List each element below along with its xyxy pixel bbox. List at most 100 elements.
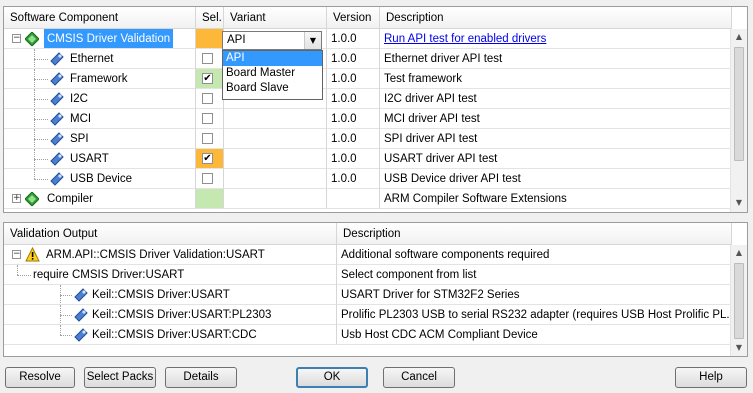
variant-dropdown-value: API	[227, 34, 246, 46]
tree-line	[60, 315, 72, 316]
scroll-down-arrow-icon[interactable]: ▼	[732, 341, 746, 355]
component-row[interactable]: I2C 1.0.0 I2C driver API test	[4, 89, 732, 109]
validation-label: require CMSIS Driver:USART	[33, 269, 185, 281]
variant-cell[interactable]	[224, 109, 327, 129]
component-row[interactable]: SPI 1.0.0 SPI driver API test	[4, 129, 732, 149]
variant-cell[interactable]	[224, 169, 327, 189]
collapse-icon[interactable]: −	[12, 34, 21, 43]
description-cell: Test framework	[380, 69, 732, 89]
component-row[interactable]: USB Device 1.0.0 USB Device driver API tes…	[4, 169, 732, 189]
select-checkbox[interactable]	[202, 53, 213, 64]
component-label: USB Device	[70, 173, 132, 185]
sel-cell[interactable]	[196, 49, 224, 69]
sel-cell[interactable]	[196, 169, 224, 189]
collapse-icon[interactable]: −	[12, 250, 21, 259]
version-cell	[327, 189, 380, 209]
validation-output-cell: Keil::CMSIS Driver:USART:PL2303	[4, 305, 337, 325]
header-validation-output[interactable]: Validation Output	[4, 223, 337, 245]
ok-button[interactable]: OK	[296, 367, 368, 388]
variant-option-api[interactable]: API	[223, 51, 322, 66]
select-checkbox[interactable]	[202, 133, 213, 144]
sel-cell[interactable]: ✔	[196, 149, 224, 169]
validation-label: ARM.API::CMSIS Driver Validation:USART	[46, 249, 265, 261]
variant-option-board-master[interactable]: Board Master	[223, 66, 322, 81]
tree-line	[17, 265, 18, 275]
component-row[interactable]: MCI 1.0.0 MCI driver API test	[4, 109, 732, 129]
select-checkbox[interactable]	[202, 93, 213, 104]
scroll-thumb[interactable]	[734, 47, 744, 161]
green-diamond-icon	[24, 191, 40, 208]
validation-row[interactable]: Keil::CMSIS Driver:USART:CDC Usb Host CDC…	[4, 325, 732, 345]
component-label: SPI	[70, 133, 89, 145]
variant-option-board-slave[interactable]: Board Slave	[223, 81, 322, 96]
validation-row[interactable]: − ARM.API::CMSIS Driver Validation:USART A…	[4, 245, 732, 265]
sel-cell[interactable]	[196, 109, 224, 129]
component-row[interactable]: Ethernet 1.0.0 Ethernet driver API test	[4, 49, 732, 69]
component-name-cell: USB Device	[4, 169, 196, 189]
sel-cell[interactable]: ✔	[196, 69, 224, 89]
warning-icon	[25, 246, 40, 264]
cancel-button[interactable]: Cancel	[383, 367, 455, 388]
component-row[interactable]: − CMSIS Driver Validation 1.0.0 Run API tes…	[4, 29, 732, 49]
header-variant[interactable]: Variant	[224, 7, 327, 29]
validation-output-table: Validation Output Description − ARM.API::…	[3, 222, 748, 357]
validation-row[interactable]: Keil::CMSIS Driver:USART USART Driver for…	[4, 285, 732, 305]
validation-row[interactable]: Keil::CMSIS Driver:USART:PL2303 Prolific …	[4, 305, 732, 325]
validation-row[interactable]: require CMSIS Driver:USART Select compone…	[4, 265, 732, 285]
description-cell: USB Device driver API test	[380, 169, 732, 189]
select-checkbox[interactable]: ✔	[202, 73, 213, 84]
component-row[interactable]: USART ✔ 1.0.0 USART driver API test	[4, 149, 732, 169]
scroll-up-arrow-icon[interactable]: ▲	[732, 30, 746, 44]
description-cell: ARM Compiler Software Extensions	[380, 189, 732, 209]
select-checkbox[interactable]: ✔	[202, 153, 213, 164]
validation-output-cell: Keil::CMSIS Driver:USART:CDC	[4, 325, 337, 345]
header-software-component[interactable]: Software Component	[4, 7, 196, 29]
component-icon	[50, 72, 64, 88]
component-label: Ethernet	[70, 53, 114, 65]
validation-description-cell: Additional software components required	[337, 245, 732, 265]
validation-output-cell: require CMSIS Driver:USART	[4, 265, 337, 285]
component-label: Framework	[70, 73, 128, 85]
select-checkbox[interactable]	[202, 173, 213, 184]
component-name-cell: I2C	[4, 89, 196, 109]
sel-cell[interactable]	[196, 129, 224, 149]
scroll-up-arrow-icon[interactable]: ▲	[732, 246, 746, 260]
scroll-down-arrow-icon[interactable]: ▼	[732, 196, 746, 210]
description-cell[interactable]: Run API test for enabled drivers	[380, 29, 732, 49]
scroll-thumb[interactable]	[734, 263, 744, 339]
component-row[interactable]: + Compiler ARM Compiler Software Extension…	[4, 189, 732, 209]
tree-line	[34, 99, 48, 100]
sel-cell[interactable]	[196, 29, 224, 49]
tree-line	[34, 159, 48, 160]
component-row[interactable]: Framework ✔ 1.0.0 Test framework	[4, 69, 732, 89]
vertical-scrollbar[interactable]: ▲ ▼	[730, 29, 747, 212]
description-link[interactable]: Run API test for enabled drivers	[384, 33, 546, 45]
component-name-cell: Framework	[4, 69, 196, 89]
header-validation-description[interactable]: Description	[337, 223, 732, 245]
validation-scrollbar[interactable]: ▲ ▼	[730, 245, 747, 356]
version-cell: 1.0.0	[327, 29, 380, 49]
version-cell: 1.0.0	[327, 169, 380, 189]
expand-icon[interactable]: +	[12, 194, 21, 203]
header-sel[interactable]: Sel.	[196, 7, 224, 29]
help-button[interactable]: Help	[675, 367, 747, 388]
green-diamond-icon	[24, 31, 40, 48]
variant-cell[interactable]	[224, 189, 327, 209]
component-label: USART	[70, 153, 109, 165]
dropdown-arrow-icon[interactable]: ▼	[304, 32, 321, 49]
details-button[interactable]: Details	[165, 367, 237, 388]
tree-line	[34, 119, 48, 120]
resolve-button[interactable]: Resolve	[5, 367, 75, 388]
select-checkbox[interactable]	[202, 113, 213, 124]
component-icon	[74, 288, 88, 304]
variant-cell[interactable]	[224, 129, 327, 149]
header-version[interactable]: Version	[327, 7, 380, 29]
variant-cell[interactable]	[224, 149, 327, 169]
tree-line	[34, 79, 48, 80]
sel-cell[interactable]	[196, 89, 224, 109]
component-icon	[74, 328, 88, 344]
variant-dropdown[interactable]: API ▼	[222, 31, 322, 50]
select-packs-button[interactable]: Select Packs	[84, 367, 156, 388]
sel-cell[interactable]	[196, 189, 224, 209]
header-description[interactable]: Description	[380, 7, 732, 29]
